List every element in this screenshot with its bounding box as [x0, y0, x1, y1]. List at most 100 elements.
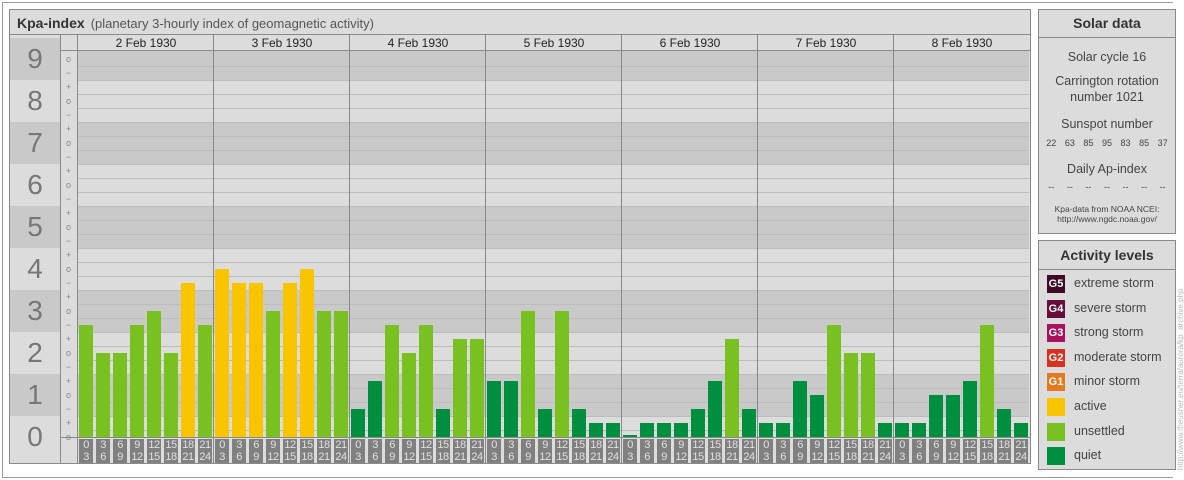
title-subtitle: (planetary 3-hourly index of geomagnetic… [90, 16, 374, 31]
time-label-hour: 21 [743, 439, 755, 451]
legend-label: active [1074, 399, 1107, 413]
source-link[interactable]: http://www.ngdc.noaa.gov/ [1039, 214, 1175, 224]
kp-bar [793, 381, 807, 437]
time-label-hour: 6 [117, 439, 123, 451]
kp-bar [198, 325, 212, 437]
time-label-hour: 3 [780, 439, 786, 451]
kp-bar [776, 423, 790, 437]
ap-value: -- [1122, 182, 1129, 192]
time-label-hour: 18 [709, 451, 721, 463]
sub-tick-zero: o [65, 96, 71, 106]
sunspot-value: 85 [1083, 138, 1094, 148]
time-label-hour: 3 [355, 451, 361, 463]
kp-bar [946, 395, 960, 437]
time-label-hour: 18 [318, 439, 330, 451]
sunspot-label: Sunspot number [1061, 117, 1153, 131]
time-label: 12 15 [419, 439, 433, 463]
time-label-hour: 9 [797, 451, 803, 463]
time-label: 69 [113, 439, 127, 463]
kp-bar [249, 283, 263, 437]
y-tick-label: 7 [27, 127, 43, 158]
time-label: 12 15 [963, 439, 977, 463]
time-label-hour: 18 [437, 451, 449, 463]
time-label-hour: 9 [542, 439, 548, 451]
y-tick-label: 9 [27, 43, 43, 74]
time-label-hour: 15 [420, 451, 432, 463]
sub-tick-plus: + [65, 292, 72, 302]
time-label-hour: 24 [335, 451, 347, 463]
day-date-label: 7 Feb 1930 [795, 36, 857, 50]
time-label: 15 18 [436, 439, 450, 463]
day-date-label: 5 Feb 1930 [523, 36, 585, 50]
time-label: 03 [215, 439, 229, 463]
sunspot-values: 22 63 85 95 83 85 37 [1039, 138, 1175, 148]
sub-tick-minus: − [65, 110, 72, 120]
time-label: 9 12 [266, 439, 280, 463]
time-label: 9 12 [810, 439, 824, 463]
time-label-hour: 15 [148, 451, 160, 463]
time-label: 03 [623, 439, 637, 463]
ap-values: -- -- -- -- -- -- -- [1039, 182, 1175, 192]
time-label-hour: 0 [219, 439, 225, 451]
time-label-hour: 12 [675, 451, 687, 463]
kp-bar [113, 353, 127, 437]
kp-bar [929, 395, 943, 437]
time-label-hour: 18 [301, 451, 313, 463]
level-band [78, 164, 1029, 206]
time-label: 03 [759, 439, 773, 463]
time-label-hour: 15 [437, 439, 449, 451]
time-label-hour: 9 [117, 451, 123, 463]
time-label: 21 24 [606, 439, 620, 463]
kp-bar [402, 353, 416, 437]
sub-tick-minus: − [65, 362, 72, 372]
y-tick-label: 2 [27, 337, 43, 368]
time-label-hour: 3 [491, 451, 497, 463]
time-label-hour: 6 [236, 451, 242, 463]
time-label: 18 21 [181, 439, 195, 463]
time-label: 69 [249, 439, 263, 463]
carrington-label: Carrington rotation [1055, 74, 1159, 88]
kp-bar [878, 423, 892, 437]
legend-swatch: G4 [1047, 299, 1065, 318]
sub-tick-minus: − [65, 404, 72, 414]
y-tick-label: 1 [27, 379, 43, 410]
time-label-hour: 6 [797, 439, 803, 451]
time-label-hour: 15 [573, 439, 585, 451]
legend-swatch: G3 [1047, 324, 1065, 343]
time-label: 9 12 [402, 439, 416, 463]
time-label-hour: 12 [811, 451, 823, 463]
kp-bar [742, 409, 756, 437]
day-divider [757, 35, 758, 463]
day-date-label: 2 Feb 1930 [115, 36, 177, 50]
ap-value: -- [1066, 182, 1073, 192]
time-label: 36 [640, 439, 654, 463]
legend-swatch: G1 [1047, 373, 1065, 392]
solar-cycle: Solar cycle 16 [1067, 50, 1147, 64]
sub-tick-minus: − [65, 236, 72, 246]
title-divider [10, 34, 1030, 35]
sunspot-value: 22 [1046, 138, 1057, 148]
level-band [78, 122, 1029, 164]
baseline [60, 437, 1030, 438]
time-label-hour: 24 [743, 451, 755, 463]
time-label: 36 [96, 439, 110, 463]
time-label-hour: 3 [83, 451, 89, 463]
time-label: 03 [487, 439, 501, 463]
time-label-hour: 3 [916, 439, 922, 451]
kp-bar [997, 409, 1011, 437]
time-label-hour: 24 [879, 451, 891, 463]
sub-tick-plus: + [65, 250, 72, 260]
day-divider [485, 35, 486, 463]
time-label: 69 [385, 439, 399, 463]
kp-bar [283, 283, 297, 437]
kp-bar [623, 435, 637, 437]
gridline [78, 122, 1029, 123]
y-tick-label: 6 [27, 169, 43, 200]
time-label-hour: 9 [933, 451, 939, 463]
time-label: 18 21 [997, 439, 1011, 463]
kp-bar [589, 423, 603, 437]
legend-swatch: G2 [1047, 348, 1065, 367]
left-col-divider [60, 35, 61, 463]
kp-bar [861, 353, 875, 437]
kp-bar [844, 353, 858, 437]
